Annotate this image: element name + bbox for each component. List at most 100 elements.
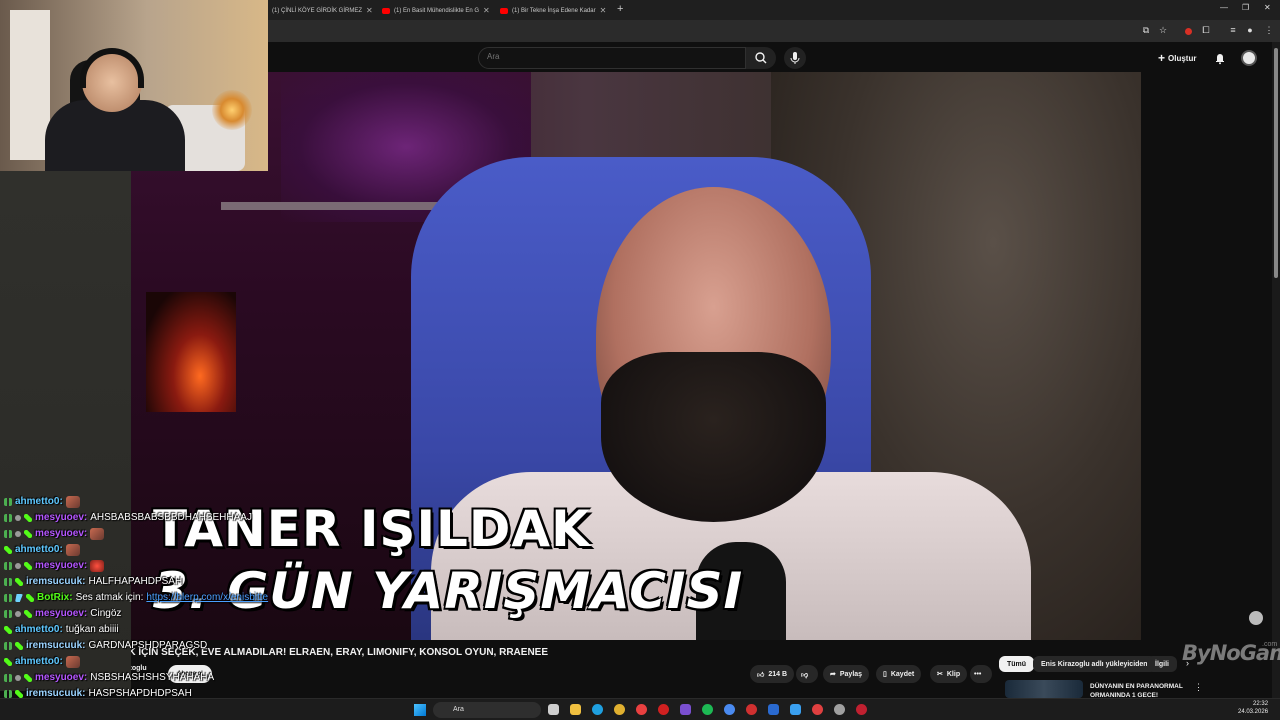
like-count: 214 B xyxy=(768,670,788,678)
status-badge-icon xyxy=(15,675,21,681)
moderator-badge-icon xyxy=(15,578,23,586)
media-control-icon[interactable]: ≡ xyxy=(1228,25,1238,35)
voice-search-button[interactable] xyxy=(784,47,806,69)
subscriber-badge-icon xyxy=(4,578,12,586)
taskbar-search[interactable]: Ara xyxy=(433,702,541,718)
subscriber-badge-icon xyxy=(4,530,12,538)
share-button[interactable]: ➦ Paylaş xyxy=(823,665,870,683)
menu-kebab-icon[interactable]: ⋮ xyxy=(1264,25,1274,35)
app-icon[interactable] xyxy=(790,704,801,715)
browser-active-icon[interactable] xyxy=(724,704,735,715)
chat-username[interactable]: mesyuoev: xyxy=(35,526,87,542)
save-button[interactable]: ▯ Kaydet xyxy=(876,665,922,683)
status-badge-icon xyxy=(15,563,21,569)
moderator-badge-icon xyxy=(24,610,32,618)
browser-tab[interactable]: (1) Bir Tekne İnşa Edene Kadar ✕ xyxy=(494,2,610,19)
taskbar-search-label: Ara xyxy=(453,706,464,713)
subscriber-badge-icon xyxy=(4,562,12,570)
create-label: Oluştur xyxy=(1168,53,1197,63)
chat-username[interactable]: mesyuoev: xyxy=(35,510,87,526)
subscriber-badge-icon xyxy=(4,594,12,602)
chat-username[interactable]: mesyuoev: xyxy=(35,558,87,574)
install-icon[interactable]: ⧉ xyxy=(1141,25,1151,35)
chat-username[interactable]: ahmetto0: xyxy=(15,494,63,510)
edge-icon[interactable] xyxy=(592,704,603,715)
chat-message: mesyuoev: AHSBABSBABSBBDHAHSEHHAAJ xyxy=(4,510,404,526)
close-icon[interactable]: ✕ xyxy=(600,6,607,15)
dislike-button[interactable]: 👎︎ xyxy=(796,665,818,683)
browser-tab[interactable]: (1) ÇİNLİ KÖYE GİRDİK GİRMEZ ✕ xyxy=(266,2,372,19)
tab-label: (1) ÇİNLİ KÖYE GİRDİK GİRMEZ xyxy=(272,7,363,14)
share-icon: ➦ xyxy=(830,671,836,678)
scrollbar-thumb[interactable] xyxy=(1274,48,1278,278)
spotify-icon[interactable] xyxy=(702,704,713,715)
obs-icon[interactable] xyxy=(680,704,691,715)
new-tab-button[interactable]: + xyxy=(617,3,623,15)
chip-channel[interactable]: Enis Kirazoglu adlı yükleyiciden xyxy=(1033,656,1156,672)
app-icon[interactable] xyxy=(856,704,867,715)
subscriber-badge-icon xyxy=(4,642,12,650)
windows-start-icon[interactable] xyxy=(414,704,426,716)
more-actions-button[interactable]: ••• xyxy=(970,665,992,683)
steam-icon[interactable] xyxy=(768,704,779,715)
chat-emote-icon xyxy=(65,544,80,556)
account-avatar[interactable] xyxy=(1241,50,1257,66)
search-icon xyxy=(755,52,767,64)
moderator-badge-icon xyxy=(4,658,12,666)
youtube-icon xyxy=(382,7,390,14)
chip-all[interactable]: Tümü xyxy=(999,656,1035,672)
browser-tab[interactable]: (1) En Basit Mühendislikte En G ✕ xyxy=(376,2,490,19)
chat-username[interactable]: ahmetto0: xyxy=(15,654,63,670)
app-icon[interactable] xyxy=(636,704,647,715)
app-icon[interactable] xyxy=(812,704,823,715)
extension-icon[interactable] xyxy=(1185,28,1192,35)
profile-icon[interactable]: ● xyxy=(1245,25,1255,35)
task-view-icon[interactable] xyxy=(548,704,559,715)
clock-time: 22:32 xyxy=(1253,701,1269,707)
file-explorer-icon[interactable] xyxy=(570,704,581,715)
maximize-icon[interactable]: ❐ xyxy=(1242,3,1249,12)
status-badge-icon xyxy=(15,531,21,537)
like-button[interactable]: 👍︎ 214 B xyxy=(750,665,795,683)
miniplayer-icon[interactable] xyxy=(1249,611,1263,625)
chat-text: NSBSHASHSHSYHAHAHA xyxy=(90,672,215,683)
chat-username[interactable]: mesyuoev: xyxy=(35,606,87,622)
clip-button[interactable]: ✂ Klip xyxy=(930,665,968,683)
bookmark-icon: ▯ xyxy=(883,671,887,678)
app-icon[interactable] xyxy=(746,704,757,715)
save-label: Kaydet xyxy=(890,670,915,678)
bot-badge-icon xyxy=(15,594,23,602)
chat-message: mesyuoev: xyxy=(4,526,404,542)
clip-label: Klip xyxy=(946,670,961,678)
extensions-puzzle-icon[interactable]: ⧠ xyxy=(1201,25,1211,35)
subscriber-badge-icon xyxy=(4,674,12,682)
search-button[interactable] xyxy=(746,47,776,69)
youtube-music-icon[interactable] xyxy=(658,704,669,715)
chat-text: Cingöz xyxy=(90,608,122,619)
search-input[interactable] xyxy=(487,52,727,61)
chat-emote-icon xyxy=(90,528,105,540)
close-window-icon[interactable]: ✕ xyxy=(1264,3,1271,12)
recommendation-thumbnail[interactable] xyxy=(1005,680,1083,698)
recommendation-menu-icon[interactable]: ⋮ xyxy=(1194,682,1203,693)
chat-username[interactable]: iremsucuuk: xyxy=(26,638,85,654)
search-box[interactable] xyxy=(478,47,746,69)
status-badge-icon xyxy=(15,515,21,521)
chat-link[interactable]: https://blerp.com/x/enisbitte xyxy=(146,590,268,606)
chat-username[interactable]: BotRix: xyxy=(37,590,73,606)
chat-username[interactable]: ahmetto0: xyxy=(15,622,63,638)
close-icon[interactable]: ✕ xyxy=(366,6,372,15)
chat-username[interactable]: mesyuoev: xyxy=(35,670,87,686)
notifications-bell-icon[interactable] xyxy=(1213,51,1227,65)
app-icon[interactable] xyxy=(834,704,845,715)
bookmark-star-icon[interactable]: ☆ xyxy=(1158,25,1168,35)
chat-username[interactable]: iremsucuuk: xyxy=(26,574,85,590)
close-icon[interactable]: ✕ xyxy=(483,6,490,15)
chip-related[interactable]: İlgili xyxy=(1147,656,1177,672)
chrome-icon[interactable] xyxy=(614,704,625,715)
chat-username[interactable]: ahmetto0: xyxy=(15,542,63,558)
plus-icon: + xyxy=(1158,51,1166,65)
minimize-icon[interactable]: — xyxy=(1220,3,1228,12)
create-button[interactable]: + Oluştur xyxy=(1158,50,1196,66)
recommendation-title-line: DÜNYANIN EN PARANORMAL xyxy=(1090,683,1183,690)
